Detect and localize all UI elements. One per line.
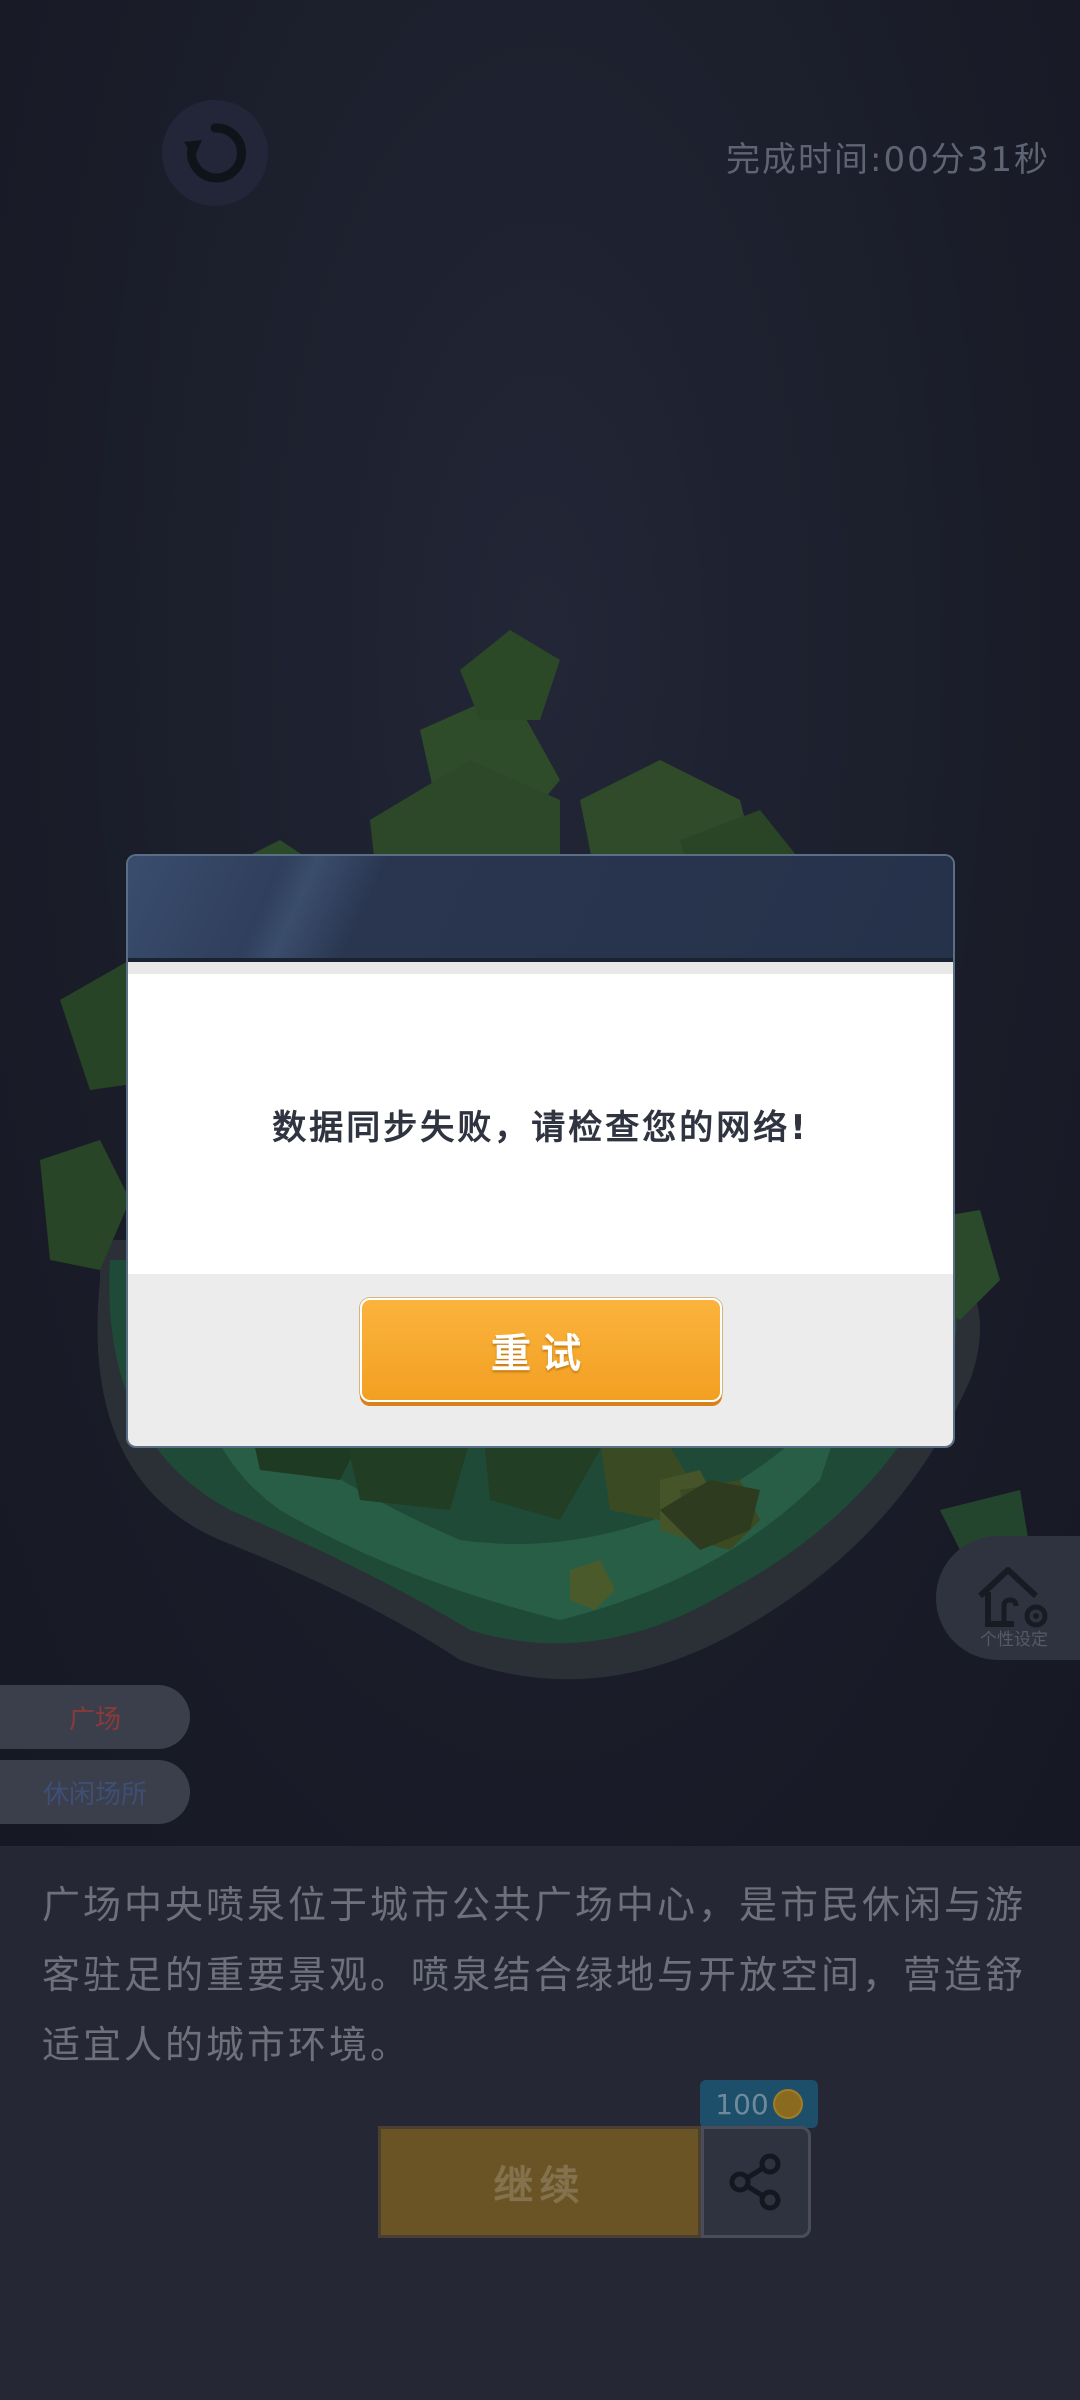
dialog-divider bbox=[128, 962, 953, 974]
settings-label: 个性设定 bbox=[980, 1630, 1048, 1650]
dialog-message: 数据同步失败，请检查您的网络! bbox=[272, 1107, 809, 1148]
coin-icon bbox=[772, 2089, 803, 2119]
timer-seconds: 31 bbox=[966, 140, 1014, 180]
sync-error-dialog: 数据同步失败，请检查您的网络! 重试 bbox=[128, 856, 953, 1446]
tag-plaza[interactable]: 广场 bbox=[0, 1685, 190, 1749]
description-panel: 广场中央喷泉位于城市公共广场中心，是市民休闲与游客驻足的重要景观。喷泉结合绿地与… bbox=[0, 1846, 1080, 2400]
description-text: 广场中央喷泉位于城市公共广场中心，是市民休闲与游客驻足的重要景观。喷泉结合绿地与… bbox=[42, 1883, 1027, 2067]
coin-amount: 100 bbox=[715, 2087, 769, 2121]
dialog-footer: 重试 bbox=[128, 1274, 953, 1446]
restart-button[interactable] bbox=[162, 100, 268, 206]
continue-button[interactable]: 继续 bbox=[378, 2126, 701, 2238]
tag-plaza-label: 广场 bbox=[68, 1704, 121, 1735]
personal-settings-button[interactable]: 个性设定 bbox=[936, 1536, 1080, 1660]
tag-leisure[interactable]: 休闲场所 bbox=[0, 1760, 190, 1824]
dialog-header bbox=[128, 856, 953, 962]
share-button[interactable] bbox=[701, 2126, 811, 2238]
coin-badge: 100 bbox=[700, 2080, 818, 2128]
house-gear-icon bbox=[977, 1567, 1048, 1628]
retry-button[interactable]: 重试 bbox=[360, 1298, 722, 1402]
timer-label: 完成时间: bbox=[726, 140, 884, 180]
retry-label: 重试 bbox=[491, 1331, 591, 1377]
share-icon bbox=[729, 2153, 781, 2211]
tag-leisure-label: 休闲场所 bbox=[42, 1779, 147, 1810]
completion-timer: 完成时间:00分31秒 bbox=[726, 132, 1050, 181]
dialog-body: 数据同步失败，请检查您的网络! bbox=[128, 974, 953, 1274]
timer-seconds-unit: 秒 bbox=[1014, 140, 1050, 180]
refresh-icon bbox=[184, 123, 246, 183]
continue-label: 继续 bbox=[493, 2163, 586, 2209]
timer-minutes-unit: 分 bbox=[930, 140, 967, 180]
timer-minutes: 00 bbox=[883, 140, 931, 180]
